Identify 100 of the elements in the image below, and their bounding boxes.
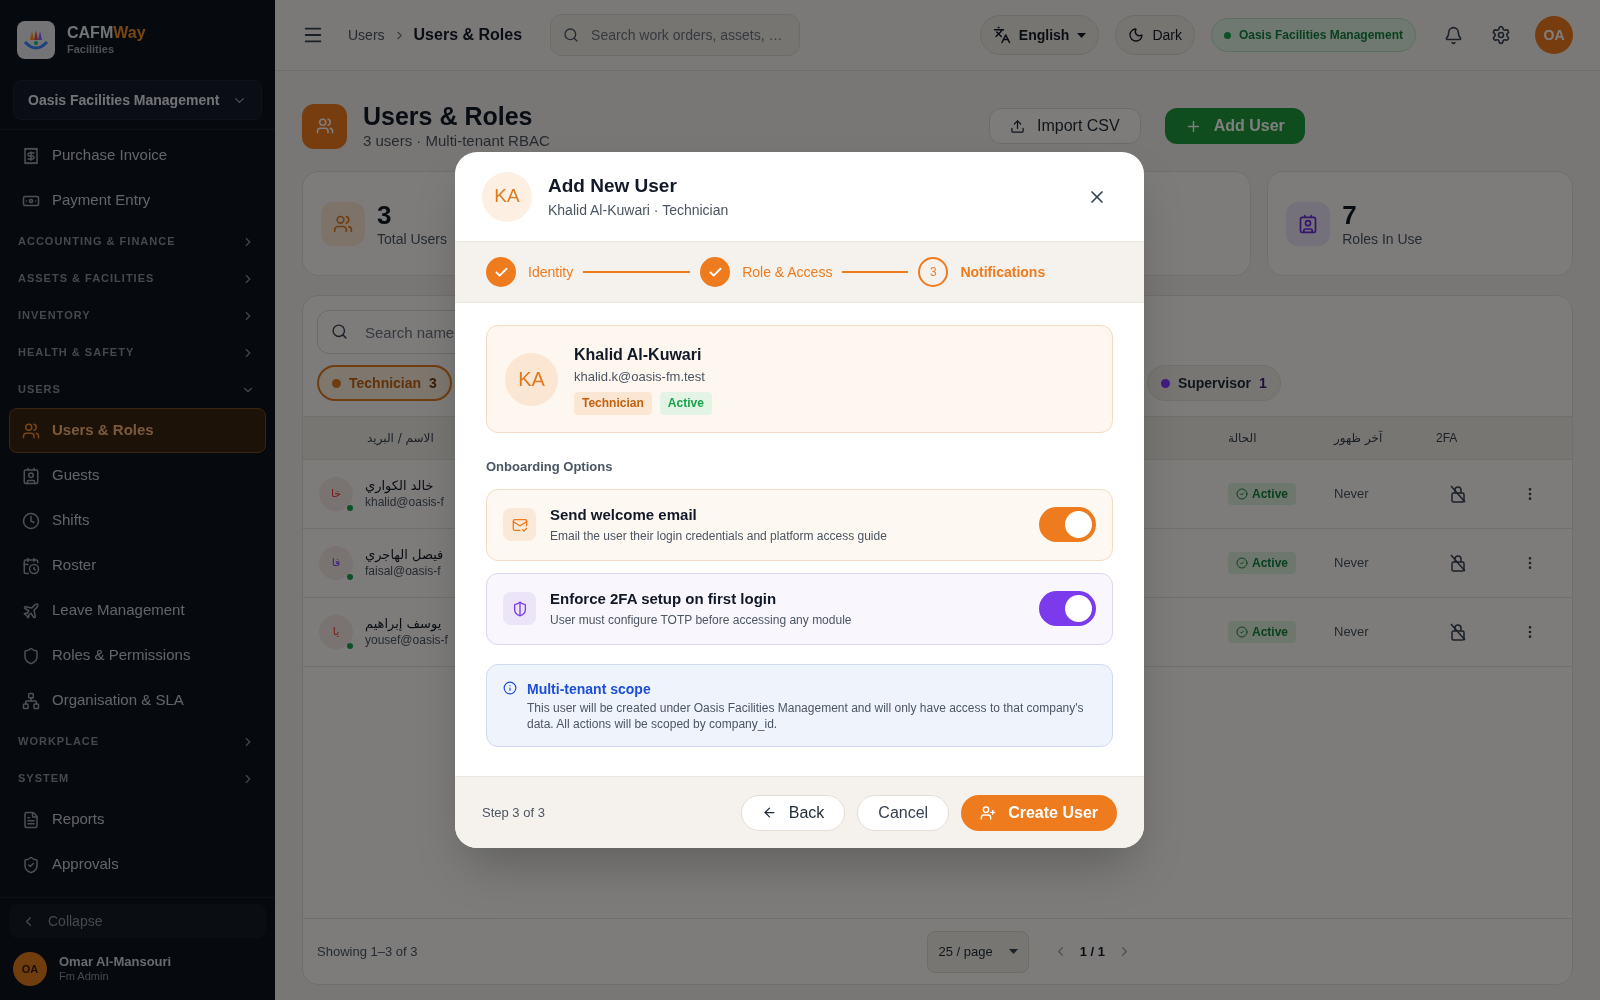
nav-item[interactable]: Roster xyxy=(9,543,266,588)
role-filter-chip[interactable]: Technician 3 xyxy=(317,365,452,401)
dialog-title: Add New User xyxy=(548,173,678,198)
nav-item[interactable]: Purchase Invoice xyxy=(9,133,266,178)
user-email: faisal@oasis-f xyxy=(365,563,442,579)
pagination-summary: Showing 1–3 of 3 xyxy=(317,942,418,961)
logo-icon xyxy=(17,21,55,59)
user-name: يوسف إبراهيم xyxy=(365,616,443,633)
nav-icon xyxy=(22,511,40,530)
nav-item[interactable]: Users & Roles xyxy=(9,408,266,453)
stat-label: Roles In Use xyxy=(1342,231,1423,249)
option-title: Send welcome email xyxy=(550,505,698,526)
stat-label: Total Users xyxy=(377,231,448,249)
nav-item[interactable]: Approvals xyxy=(9,842,266,887)
user-name: خالد الكواري xyxy=(365,478,435,495)
page-size-selector[interactable]: 25 / page xyxy=(927,930,1029,973)
caret-icon xyxy=(1077,32,1087,38)
moon-icon xyxy=(1128,27,1145,43)
nav-item[interactable]: Leave Management xyxy=(9,588,266,633)
nav-icon xyxy=(22,691,40,710)
nav-item[interactable]: Shifts xyxy=(9,498,266,543)
nav-icon xyxy=(22,556,40,575)
status-badge: Active xyxy=(1228,621,1297,643)
collapse-button[interactable]: Collapse xyxy=(9,904,266,938)
breadcrumb-item: Users & Roles xyxy=(413,25,523,45)
info-icon xyxy=(503,680,517,695)
avatar-initials: يا xyxy=(332,623,340,640)
last-seen-cell-text: Never xyxy=(1334,485,1370,504)
nav-item[interactable]: Reports xyxy=(9,797,266,842)
page-icon xyxy=(302,103,347,149)
user-name: فيصل الهاجري xyxy=(365,547,444,564)
step-label[interactable]: Notifications xyxy=(960,261,1046,283)
nav-icon xyxy=(22,146,40,165)
user-name: Khalid Al-Kuwari xyxy=(574,345,703,366)
nav-icon xyxy=(22,646,40,665)
role-tag: Technician xyxy=(574,391,652,415)
upload-icon xyxy=(1010,118,1025,134)
page-subtitle: 3 users · Multi-tenant RBAC xyxy=(363,132,551,151)
page-indicator: 1 / 1 xyxy=(1079,942,1105,961)
status-tag: Active xyxy=(659,391,712,415)
user-plus-icon xyxy=(980,804,997,821)
import-csv-button[interactable]: Import CSV xyxy=(989,108,1141,144)
lock-off-icon xyxy=(1450,485,1466,503)
theme-toggle[interactable]: Dark xyxy=(1115,15,1195,55)
nav-item[interactable]: Guests xyxy=(9,453,266,498)
role-filter-chip[interactable]: Supervisor 1 xyxy=(1146,365,1281,401)
back-button[interactable]: Back xyxy=(740,794,846,831)
avatar-initials: فا xyxy=(331,554,341,571)
nav-section[interactable]: USERS xyxy=(0,371,275,408)
nav-item[interactable]: Payment Entry xyxy=(9,178,266,223)
step-label[interactable]: Role & Access xyxy=(742,261,833,283)
column-header: الحالة xyxy=(1228,430,1258,447)
stat-icon xyxy=(1286,201,1331,246)
search-icon xyxy=(331,323,348,340)
nav-icon xyxy=(22,601,40,620)
nav-section[interactable]: ASSETS & FACILITIES xyxy=(0,260,275,297)
step-counter: Step 3 of 3 xyxy=(482,803,546,822)
search-field[interactable]: Search work orders, assets, … xyxy=(550,14,801,56)
nav-section[interactable]: WORKPLACE xyxy=(0,723,275,760)
company-selector[interactable]: Oasis Facilities Management xyxy=(13,80,262,120)
toggle-switch[interactable] xyxy=(1039,591,1096,626)
nav-item[interactable]: Organisation & SLA xyxy=(9,678,266,723)
option-title: Enforce 2FA setup on first login xyxy=(550,589,778,610)
caret-icon xyxy=(1008,949,1018,954)
column-header: الاسم / البريد xyxy=(366,430,435,447)
page-title: Users & Roles xyxy=(363,101,534,132)
tenant-badge: Oasis Facilities Management xyxy=(1210,18,1416,52)
user-role: Fm Admin xyxy=(59,970,110,984)
toggle-switch[interactable] xyxy=(1039,507,1096,542)
nav-item[interactable]: Roles & Permissions xyxy=(9,633,266,678)
language-selector[interactable]: English xyxy=(979,15,1100,55)
nav-icon xyxy=(22,421,40,440)
user-avatar: KA xyxy=(482,171,532,222)
section-title: Onboarding Options xyxy=(486,458,614,476)
info-title: Multi-tenant scope xyxy=(527,679,652,699)
nav-icon xyxy=(22,466,40,485)
add-user-button[interactable]: Add User xyxy=(1164,108,1305,144)
create-user-button[interactable]: Create User xyxy=(961,794,1117,831)
last-seen-cell-text: Never xyxy=(1334,554,1370,573)
notification-bell-icon[interactable] xyxy=(1444,25,1463,45)
nav-section[interactable]: INVENTORY xyxy=(0,297,275,334)
user-email: yousef@oasis-f xyxy=(365,632,448,648)
last-seen-cell-text: Never xyxy=(1334,623,1370,642)
step-label[interactable]: Identity xyxy=(528,261,574,283)
translate-icon xyxy=(992,26,1011,44)
option-icon xyxy=(503,592,536,625)
profile-avatar[interactable]: OA xyxy=(1535,16,1573,54)
breadcrumb-item[interactable]: Users xyxy=(348,24,385,46)
option-description: User must configure TOTP before accessing any module xyxy=(550,611,853,629)
info-text: This user will be created under Oasis Facilities Management and will only have access to that company's data. All actions will be scoped by company_id. xyxy=(527,699,1085,732)
option-icon xyxy=(503,508,536,541)
nav-section[interactable]: ACCOUNTING & FINANCE xyxy=(0,223,275,260)
cancel-button[interactable]: Cancel xyxy=(857,794,950,831)
column-header: 2FA xyxy=(1436,430,1459,447)
nav-section[interactable]: SYSTEM xyxy=(0,760,275,797)
user-email: khalid@oasis-f xyxy=(365,494,444,510)
settings-icon[interactable] xyxy=(1491,25,1511,45)
user-avatar[interactable]: OA xyxy=(13,952,47,986)
search-icon xyxy=(563,27,580,43)
nav-section[interactable]: HEALTH & SAFETY xyxy=(0,334,275,371)
